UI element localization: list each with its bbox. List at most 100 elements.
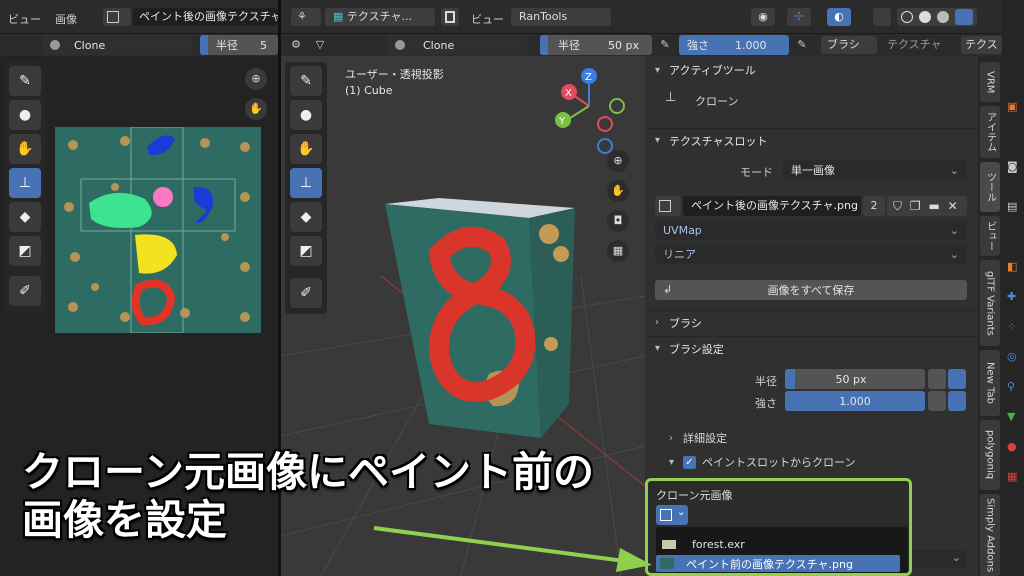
wireframe-toggle[interactable] <box>441 8 459 26</box>
texture-mode-dropdown[interactable]: ▦ テクスチャ... <box>325 8 435 26</box>
user-count[interactable]: 2 <box>863 196 885 216</box>
xray-toggle[interactable] <box>873 8 891 26</box>
image-name-field[interactable]: ペイント後の画像テクスチャ. <box>133 8 278 26</box>
output-icon[interactable]: ▤ <box>1007 200 1017 213</box>
tab-view[interactable]: ビュー <box>980 216 1000 256</box>
tab-item[interactable]: アイテム <box>980 106 1000 158</box>
panel-advanced[interactable]: › 詳細設定 <box>669 430 727 446</box>
pressure-icon[interactable]: ✎ <box>793 36 811 54</box>
tool-fill[interactable]: ◆ <box>9 202 41 232</box>
material-icon[interactable]: ● <box>1007 440 1017 453</box>
gizmo-icon[interactable]: ✣ <box>787 8 811 26</box>
hand-icon[interactable]: ✋ <box>607 180 629 202</box>
save-all-images-button[interactable]: ↲ 画像をすべて保存 <box>655 280 967 300</box>
tool-mask[interactable]: ◩ <box>9 236 41 266</box>
shield-icon[interactable]: ⛉ <box>893 199 902 213</box>
camera-icon[interactable]: ◘ <box>607 210 629 232</box>
gear-icon[interactable]: ⚙ <box>287 36 305 54</box>
tool-draw[interactable]: ✎ <box>9 66 41 96</box>
hand-icon[interactable]: ✋ <box>245 98 267 120</box>
editor-type-button[interactable]: ⚘ <box>291 8 321 26</box>
tool-fill[interactable]: ◆ <box>290 202 322 232</box>
tool-smear[interactable]: ✋ <box>9 134 41 164</box>
visibility-icon[interactable]: ◉ <box>751 8 775 26</box>
zoom-icon[interactable]: ⊕ <box>245 68 267 90</box>
menu-view[interactable]: ビュー <box>8 11 41 27</box>
clone-image-browse-button[interactable]: ⌄ <box>656 505 688 525</box>
particles-icon[interactable]: ⁘ <box>1007 320 1016 333</box>
data-icon[interactable]: ▼ <box>1007 410 1015 423</box>
tool-annotate[interactable]: ✐ <box>9 276 41 306</box>
radius-field[interactable]: 半径 50 px <box>540 35 652 55</box>
object-icon[interactable]: ◧ <box>1007 260 1017 273</box>
tab-brush[interactable]: ブラシ <box>821 36 877 54</box>
tool-soften[interactable]: ● <box>9 100 41 130</box>
filter-icon[interactable]: ▽ <box>311 36 329 54</box>
overlay-icon[interactable]: ◐ <box>827 8 851 26</box>
tab-polygoniq[interactable]: polygoniq <box>980 420 1000 490</box>
shading-modes[interactable] <box>897 8 977 26</box>
menu-view[interactable]: ビュー <box>471 11 504 27</box>
menu-image[interactable]: 画像 <box>55 11 77 27</box>
interpolation-dropdown[interactable]: リニア ⌄ <box>655 244 967 264</box>
tool-soften[interactable]: ● <box>290 100 322 130</box>
unified-size-icon[interactable] <box>948 369 966 389</box>
tab-new-tab[interactable]: New Tab <box>980 350 1000 416</box>
material-shading-icon[interactable] <box>937 11 949 23</box>
textured-cube[interactable]: 8 <box>379 194 589 444</box>
rendered-shading-icon[interactable] <box>955 9 973 25</box>
strength-field[interactable]: 強さ 1.000 <box>679 35 789 55</box>
clone-from-slot-checkbox[interactable]: ✓ <box>683 455 696 469</box>
texture-icon[interactable]: ▦ <box>1007 470 1017 483</box>
unified-strength-icon[interactable] <box>948 391 966 411</box>
tool-draw[interactable]: ✎ <box>290 66 322 96</box>
tab-texture-2[interactable]: テクス <box>961 36 1002 54</box>
tool-properties-icon[interactable]: ▣ <box>1007 100 1017 113</box>
radius-field[interactable]: 半径 5 <box>200 35 278 55</box>
mode-dropdown[interactable]: 単一画像 ⌄ <box>783 160 967 180</box>
close-icon[interactable]: ✕ <box>948 199 958 213</box>
tab-texture[interactable]: テクスチャ <box>881 36 953 54</box>
zoom-icon[interactable]: ⊕ <box>607 150 629 172</box>
solid-shading-icon[interactable] <box>919 11 931 23</box>
tool-clone[interactable]: ⊥ <box>9 168 41 198</box>
tool-smear[interactable]: ✋ <box>290 134 322 164</box>
wireframe-shading-icon[interactable] <box>901 11 913 23</box>
neg-x-axis-handle[interactable] <box>597 116 613 132</box>
wrench-icon[interactable]: ✚ <box>1007 290 1016 303</box>
list-item-selected[interactable]: ペイント前の画像テクスチャ.png <box>656 555 900 572</box>
strength-field[interactable]: 1.000 <box>785 391 925 411</box>
duplicate-icon[interactable]: ❐ <box>910 199 921 213</box>
panel-brush[interactable]: › ブラシ <box>645 310 978 334</box>
constraints-icon[interactable]: ⚲ <box>1007 380 1015 393</box>
panel-texture-slot[interactable]: ▾ テクスチャスロット <box>645 128 978 152</box>
image-browse-button[interactable] <box>655 196 681 216</box>
neg-z-axis-handle[interactable] <box>597 138 613 154</box>
rantools-menu[interactable]: RanTools <box>511 8 611 26</box>
image-name-field[interactable]: ペイント後の画像テクスチャ.png <box>683 196 861 216</box>
list-item[interactable]: forest.exr <box>656 537 908 553</box>
folder-icon[interactable]: ▬ <box>928 199 939 213</box>
clone-source-label: クローン元画像 <box>656 489 733 502</box>
neg-y-axis-handle[interactable] <box>609 98 625 114</box>
navigation-gizmo[interactable]: Z X Y <box>549 64 639 154</box>
image-browse-button[interactable] <box>103 8 131 26</box>
brush-selector[interactable]: Clone <box>42 35 192 55</box>
tool-clone[interactable]: ⊥ <box>290 168 322 198</box>
physics-icon[interactable]: ◎ <box>1007 350 1017 363</box>
tab-tool[interactable]: ツール <box>980 162 1000 212</box>
tab-simply-addons[interactable]: Simply Addons <box>980 494 1000 576</box>
panel-brush-settings[interactable]: ▾ ブラシ設定 <box>645 336 978 360</box>
tab-vrm[interactable]: VRM <box>980 62 1000 102</box>
chevron-down-icon: ⌄ <box>949 223 959 237</box>
tab-gltf-variants[interactable]: glTF Variants <box>980 260 1000 346</box>
brush-selector[interactable]: Clone <box>387 35 527 55</box>
radius-field[interactable]: 50 px <box>785 369 925 389</box>
pressure-icon[interactable] <box>928 369 946 389</box>
uv-texture-image[interactable] <box>55 127 261 333</box>
panel-active-tool[interactable]: ▾ アクティブツール <box>645 58 978 82</box>
pressure-icon[interactable]: ✎ <box>656 36 674 54</box>
render-icon[interactable]: ◙ <box>1007 160 1018 173</box>
uvmap-dropdown[interactable]: UVMap ⌄ <box>655 220 967 240</box>
pressure-icon[interactable] <box>928 391 946 411</box>
